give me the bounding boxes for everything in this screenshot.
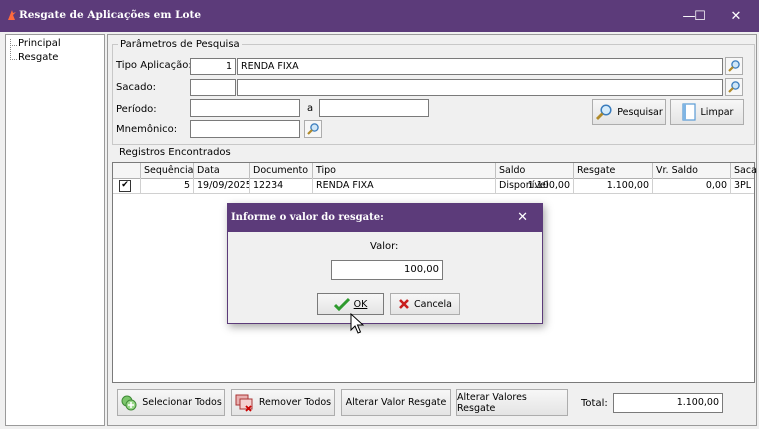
tipo-aplicacao-description-field[interactable]: RENDA FIXA	[237, 58, 723, 75]
cancel-x-icon	[399, 299, 409, 309]
dialog-title-bar[interactable]: Informe o valor do resgate: ✕	[228, 204, 542, 232]
cell-sacado: 3PL	[734, 180, 752, 191]
close-button[interactable]: ✕	[713, 0, 759, 32]
column-header-documento[interactable]: Documento	[250, 163, 313, 178]
cell-tipo: RENDA FIXA	[313, 178, 496, 193]
tipo-aplicacao-label: Tipo Aplicação:	[116, 60, 192, 71]
sacado-lookup-button[interactable]	[725, 78, 743, 96]
tree-connector	[10, 45, 17, 60]
total-value-field: 1.100,00	[613, 393, 723, 413]
cell-vr-saldo: 0,00	[653, 178, 731, 193]
selecionar-todos-label: Selecionar Todos	[142, 397, 222, 408]
mouse-cursor-icon	[350, 313, 364, 334]
checkmark-icon	[333, 297, 350, 311]
periodo-start-input[interactable]	[190, 99, 300, 117]
ok-button[interactable]: OK	[317, 293, 384, 315]
close-icon: ✕	[730, 8, 742, 24]
select-all-icon	[121, 395, 137, 410]
navigation-tree: Principal Resgate	[5, 34, 105, 426]
app-icon	[8, 10, 16, 20]
limpar-button[interactable]: Limpar	[670, 99, 744, 125]
search-icon	[596, 104, 612, 120]
pesquisar-label: Pesquisar	[617, 106, 663, 118]
remover-todos-label: Remover Todos	[258, 397, 332, 408]
column-header-sacado[interactable]: Saca	[731, 163, 757, 178]
search-parameters-legend: Parâmetros de Pesquisa	[120, 39, 240, 50]
ok-label: OK	[353, 298, 368, 310]
column-header-vr-saldo[interactable]: Vr. Saldo	[653, 163, 731, 178]
resgate-value-dialog: Informe o valor do resgate: ✕ Valor: 100…	[227, 203, 543, 324]
cancela-label: Cancela	[413, 298, 452, 310]
maximize-icon: ☐	[694, 8, 706, 24]
results-legend: Registros Encontrados	[119, 147, 231, 158]
periodo-separator: a	[307, 103, 314, 114]
column-header-data[interactable]: Data	[194, 163, 250, 178]
clear-icon	[681, 103, 696, 121]
magnifier-icon	[728, 81, 740, 93]
magnifier-icon	[307, 123, 319, 135]
cell-sequencia: 5	[141, 178, 194, 193]
cancela-button[interactable]: Cancela	[390, 293, 460, 315]
mnemonico-label: Mnemônico:	[116, 124, 178, 135]
limpar-label: Limpar	[700, 106, 734, 118]
row-checkbox[interactable]: ✔	[119, 180, 131, 192]
total-label: Total:	[581, 398, 608, 409]
cell-data: 19/09/2025	[194, 178, 250, 193]
sacado-label: Sacado:	[116, 82, 156, 93]
remove-all-icon	[235, 394, 253, 412]
magnifier-icon	[728, 60, 740, 72]
tree-item-resgate[interactable]: Resgate	[18, 52, 58, 63]
table-row[interactable]: ✔ 5 19/09/2025 12234 RENDA FIXA 1.100,00…	[113, 178, 754, 194]
column-header-resgate[interactable]: Resgate	[574, 163, 653, 178]
main-window: Resgate de Aplicações em Lote — ☐ ✕ Prin…	[0, 0, 759, 429]
sacado-code-input[interactable]	[190, 79, 236, 96]
remover-todos-button[interactable]: Remover Todos	[231, 389, 335, 416]
sacado-description-field[interactable]	[237, 79, 723, 96]
column-header-saldo[interactable]: Saldo Disponível	[496, 163, 574, 191]
alterar-valores-resgate-button[interactable]: Alterar Valores Resgate	[456, 389, 568, 416]
column-header-tipo[interactable]: Tipo	[313, 163, 496, 178]
column-header-check[interactable]	[113, 163, 141, 178]
cell-documento: 12234	[250, 178, 313, 193]
title-bar[interactable]: Resgate de Aplicações em Lote — ☐ ✕	[0, 0, 759, 32]
mnemonico-input[interactable]	[190, 120, 300, 138]
dialog-title: Informe o valor do resgate:	[231, 212, 384, 223]
mnemonico-lookup-button[interactable]	[304, 120, 322, 138]
cell-saldo: 1.100,00	[496, 178, 574, 193]
tipo-aplicacao-code-input[interactable]: 1	[190, 58, 236, 75]
periodo-label: Período:	[116, 104, 157, 115]
alterar-valor-resgate-button[interactable]: Alterar Valor Resgate	[341, 389, 451, 416]
grid-header: Sequência Data Documento Tipo Saldo Disp…	[113, 163, 757, 191]
row-check-cell[interactable]: ✔	[113, 178, 141, 193]
tree-item-principal[interactable]: Principal	[18, 38, 61, 49]
valor-input[interactable]: 100,00	[331, 260, 443, 280]
cell-resgate: 1.100,00	[574, 178, 653, 193]
periodo-end-input[interactable]	[319, 99, 429, 117]
tipo-aplicacao-lookup-button[interactable]	[725, 57, 743, 75]
column-header-sequencia[interactable]: Sequência	[141, 163, 194, 178]
window-title: Resgate de Aplicações em Lote	[19, 9, 201, 21]
pesquisar-button[interactable]: Pesquisar	[592, 99, 666, 125]
valor-label: Valor:	[370, 241, 399, 252]
selecionar-todos-button[interactable]: Selecionar Todos	[117, 389, 225, 416]
dialog-close-icon[interactable]: ✕	[517, 210, 528, 225]
